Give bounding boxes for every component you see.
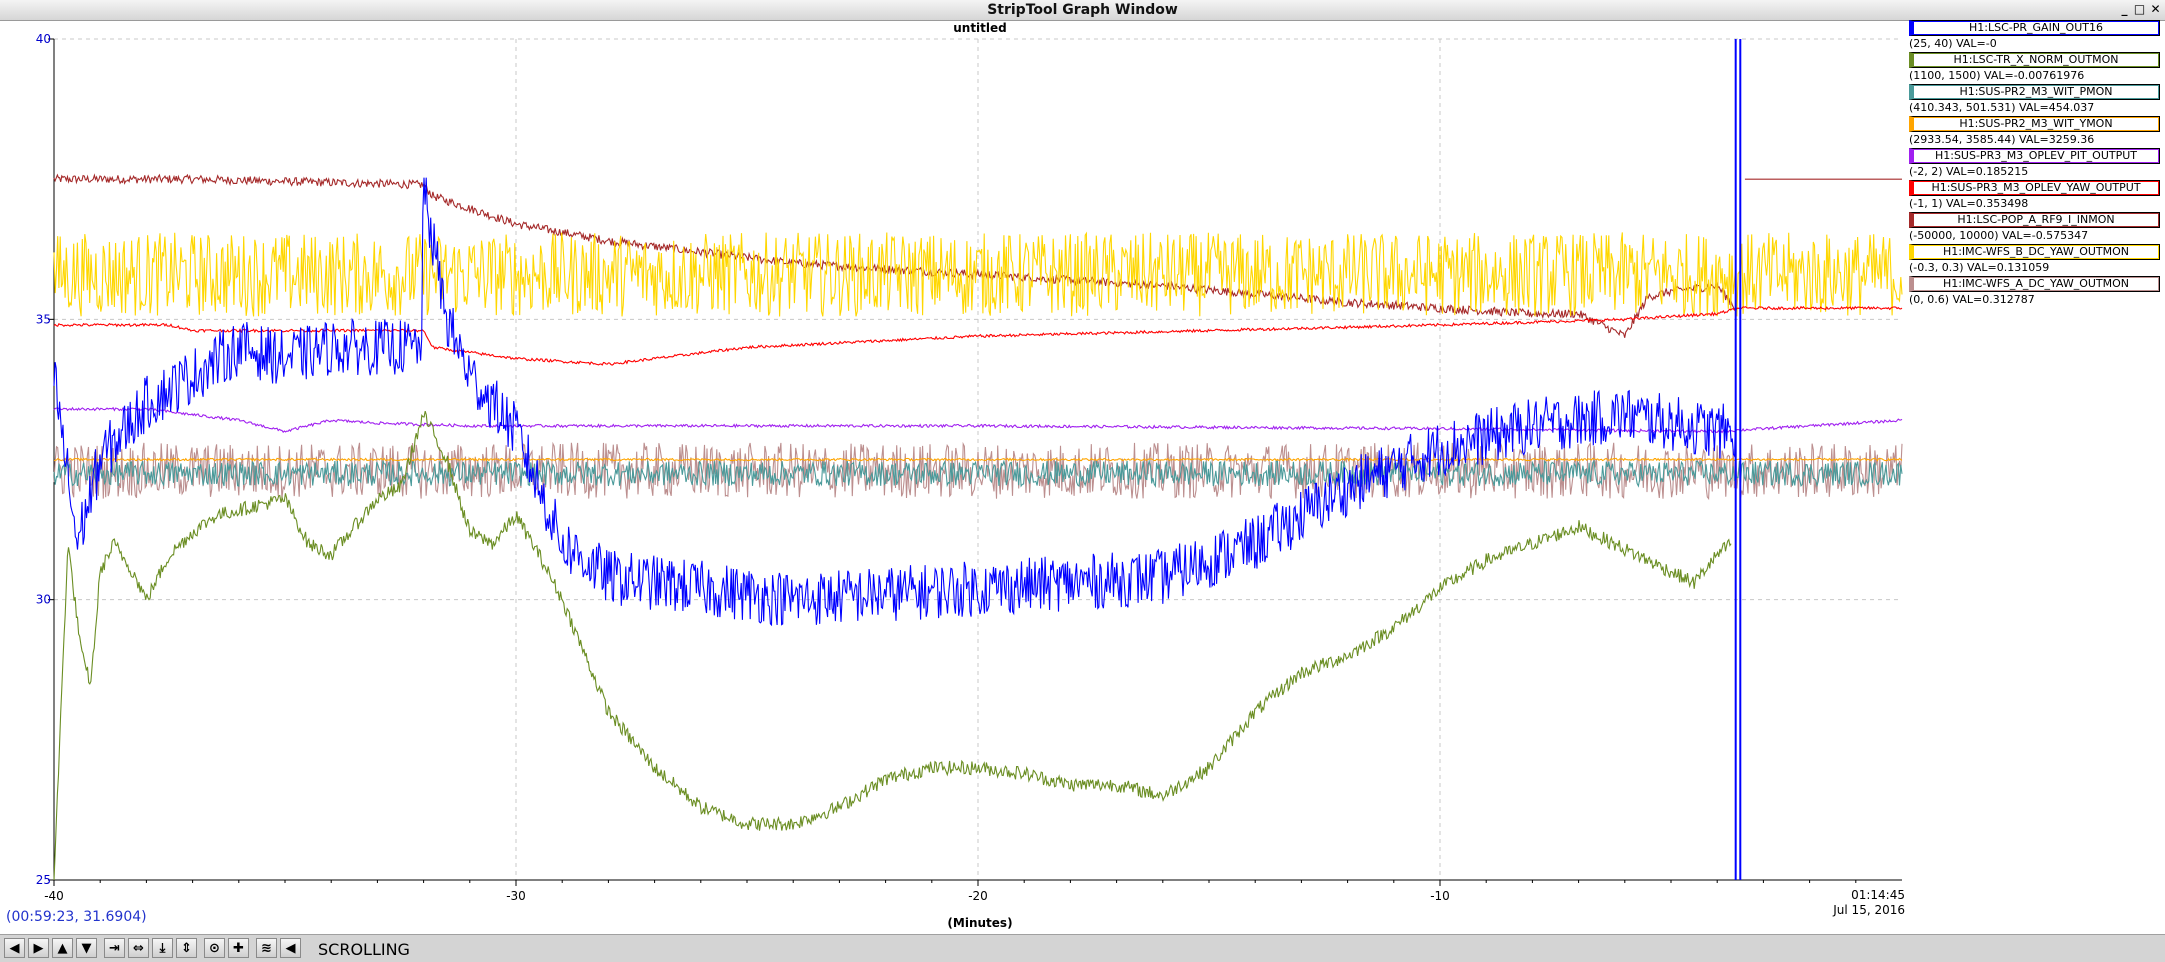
legend-signal-name[interactable]: H1:LSC-PR_GAIN_OUT16	[1909, 20, 2160, 36]
legend-signal-name[interactable]: H1:SUS-PR3_M3_OPLEV_PIT_OUTPUT	[1909, 148, 2160, 164]
scroll-down-button[interactable]: ▼	[76, 938, 97, 958]
x-tick-label: -30	[506, 889, 526, 903]
legend-signal-range: (-1, 1) VAL=0.353498	[1909, 197, 2029, 210]
legend-signal-range: (410.343, 501.531) VAL=454.037	[1909, 101, 2095, 114]
legend-signal-range: (2933.54, 3585.44) VAL=3259.36	[1909, 133, 2095, 146]
legend-signal-name[interactable]: H1:IMC-WFS_A_DC_YAW_OUTMON	[1909, 276, 2160, 292]
current-date-label: Jul 15, 2016	[1833, 903, 1905, 917]
legend-signal-range: (-0.3, 0.3) VAL=0.131059	[1909, 261, 2050, 274]
zoom-y-out-button[interactable]: ⇕	[176, 938, 197, 958]
legend-item[interactable]: H1:SUS-PR2_M3_WIT_YMON (2933.54, 3585.44)…	[1906, 116, 2160, 148]
x-tick-label: -40	[44, 889, 64, 903]
legend-item[interactable]: H1:LSC-TR_X_NORM_OUTMON (1100, 1500) VAL=…	[1906, 52, 2160, 84]
y-tick-label: 40	[36, 32, 51, 46]
legend-item[interactable]: H1:SUS-PR3_M3_OPLEV_YAW_OUTPUT (-1, 1) VA…	[1906, 180, 2160, 212]
legend-signal-name[interactable]: H1:SUS-PR3_M3_OPLEV_YAW_OUTPUT	[1909, 180, 2160, 196]
strip-chart[interactable]: -40 -30 -20 -10 25 30 35 40	[0, 0, 2165, 961]
legend-panel: H1:LSC-PR_GAIN_OUT16 (25, 40) VAL=-0 H1:LS…	[1906, 20, 2160, 308]
x-tick-label: -10	[1430, 889, 1450, 903]
scroll-right-button[interactable]: ▶	[28, 938, 49, 958]
legend-item[interactable]: H1:SUS-PR2_M3_WIT_PMON (410.343, 501.531)…	[1906, 84, 2160, 116]
y-tick-label: 25	[36, 873, 51, 887]
legend-signal-range: (0, 0.6) VAL=0.312787	[1909, 293, 2035, 306]
legend-signal-range: (25, 40) VAL=-0	[1909, 37, 1997, 50]
legend-signal-name[interactable]: H1:LSC-POP_A_RF9_I_INMON	[1909, 212, 2160, 228]
zoom-x-out-button[interactable]: ⇔	[128, 938, 149, 958]
legend-item[interactable]: H1:LSC-POP_A_RF9_I_INMON (-50000, 10000) …	[1906, 212, 2160, 244]
legend-item[interactable]: H1:IMC-WFS_B_DC_YAW_OUTMON (-0.3, 0.3) VA…	[1906, 244, 2160, 276]
x-tick-label: -20	[968, 889, 988, 903]
scroll-mode-label: SCROLLING	[318, 940, 410, 959]
y-tick-label: 30	[36, 593, 51, 607]
legend-signal-range: (-50000, 10000) VAL=-0.575347	[1909, 229, 2089, 242]
legend-signal-name[interactable]: H1:LSC-TR_X_NORM_OUTMON	[1909, 52, 2160, 68]
legend-item[interactable]: H1:LSC-PR_GAIN_OUT16 (25, 40) VAL=-0	[1906, 20, 2160, 52]
legend-signal-name[interactable]: H1:SUS-PR2_M3_WIT_YMON	[1909, 116, 2160, 132]
autoscale-button[interactable]: ⊙	[204, 938, 225, 958]
y-tick-label: 35	[36, 312, 51, 326]
current-time-label: 01:14:45	[1851, 888, 1905, 902]
scroll-resume-button[interactable]: ◀	[280, 938, 301, 958]
legend-item[interactable]: H1:IMC-WFS_A_DC_YAW_OUTMON (0, 0.6) VAL=0…	[1906, 276, 2160, 308]
legend-signal-range: (-2, 2) VAL=0.185215	[1909, 165, 2029, 178]
add-button[interactable]: ✚	[228, 938, 249, 958]
scroll-left-button[interactable]: ◀	[4, 938, 25, 958]
legend-signal-name[interactable]: H1:SUS-PR2_M3_WIT_PMON	[1909, 84, 2160, 100]
scroll-up-button[interactable]: ▲	[52, 938, 73, 958]
zoom-y-in-button[interactable]: ⤓	[152, 938, 173, 958]
x-axis-label: (Minutes)	[947, 916, 1013, 930]
legend-signal-name[interactable]: H1:IMC-WFS_B_DC_YAW_OUTMON	[1909, 244, 2160, 260]
legend-item[interactable]: H1:SUS-PR3_M3_OPLEV_PIT_OUTPUT (-2, 2) VA…	[1906, 148, 2160, 180]
legend-signal-range: (1100, 1500) VAL=-0.00761976	[1909, 69, 2085, 82]
graph-toggle-button[interactable]: ≋	[256, 938, 277, 958]
toolbar: ◀ ▶ ▲ ▼ ⇥ ⇔ ⤓ ⇕ ⊙ ✚ ≋ ◀ SCROLLING	[0, 934, 2165, 962]
zoom-x-in-button[interactable]: ⇥	[104, 938, 125, 958]
